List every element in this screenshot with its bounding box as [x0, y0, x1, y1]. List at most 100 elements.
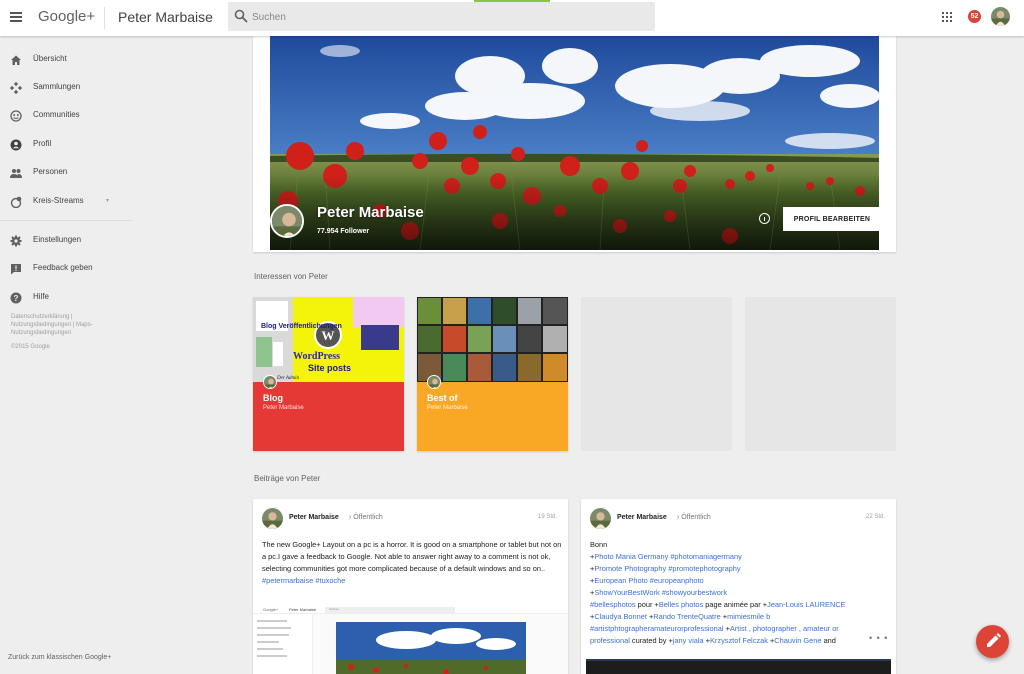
profile-icon — [10, 139, 22, 151]
sidebar-item-feedback[interactable]: Feedback geben — [0, 258, 132, 280]
post-line: +Photo Mania Germany #photomaniagermany — [590, 551, 890, 563]
post-link[interactable]: Promote Photography #promotephotography — [594, 564, 740, 573]
post-line: +European Photo #europeanphoto — [590, 575, 890, 587]
maps-terms-link[interactable]: Nutzungsbedingungen — [11, 329, 121, 337]
sidebar-item-label: Personen — [33, 167, 68, 176]
sidebar-item-collections[interactable]: Sammlungen — [0, 77, 132, 99]
help-icon: ? — [10, 292, 22, 304]
avatar[interactable] — [991, 7, 1010, 26]
sidebar-item-circle-streams[interactable]: Kreis-Streams ▾ — [0, 191, 132, 213]
page-title: Peter Marbaise — [118, 9, 213, 25]
post-timestamp[interactable]: 22 Std. — [866, 514, 885, 520]
back-to-classic-link[interactable]: Zurück zum klassischen Google+ — [8, 654, 111, 661]
profile-name: Peter Marbaise — [317, 204, 424, 221]
follower-count[interactable]: 77.954 Follower — [317, 228, 369, 235]
post-text-fragment: curated by + — [629, 636, 673, 645]
collection-thumbnail: W Blog Veröffentlichungen WordPress Site… — [253, 297, 404, 382]
feedback-icon — [11, 264, 21, 275]
collection-owner: Peter Marbaise — [427, 405, 468, 411]
compose-button[interactable] — [976, 625, 1009, 658]
post-link[interactable]: #bellesphotos — [590, 600, 636, 609]
posts-heading: Beiträge von Peter — [254, 474, 321, 483]
post-link[interactable]: Artist , photographer , amateur or — [730, 624, 839, 633]
sidebar-item-label: Einstellungen — [33, 235, 82, 244]
sidebar: Übersicht Sammlungen Communities Profil … — [0, 36, 132, 674]
chevron-down-icon[interactable]: ▾ — [106, 197, 109, 204]
thumb-text: Blog Veröffentlichungen — [261, 323, 342, 330]
sidebar-item-people[interactable]: Personen — [0, 162, 132, 184]
collection-owner: Peter Marbaise — [263, 405, 304, 411]
post-link[interactable]: professional — [590, 636, 630, 645]
sidebar-item-profile[interactable]: Profil — [0, 134, 132, 156]
post-hashtags[interactable]: #petermarbaise #tuxoche — [262, 575, 562, 587]
edit-profile-button[interactable]: PROFIL BEARBEITEN — [783, 207, 881, 231]
sidebar-item-communities[interactable]: Communities — [0, 105, 132, 127]
avatar[interactable] — [590, 508, 611, 529]
thumb-text: Site posts — [308, 363, 351, 373]
google-plus-logo[interactable]: Google+ — [38, 8, 95, 25]
post-author[interactable]: Peter Marbaise — [617, 514, 667, 521]
header-divider — [104, 7, 105, 29]
avatar[interactable] — [262, 508, 283, 529]
post-card: Peter Marbaise › Öffentlich 22 Std. Bonn… — [581, 499, 896, 674]
gear-icon — [10, 235, 22, 247]
collection-thumbnail — [417, 297, 568, 382]
post-link[interactable]: Belles photos — [659, 600, 703, 609]
post-link[interactable]: Jean-Louis LAURENCE — [767, 600, 845, 609]
home-icon — [11, 55, 21, 65]
sidebar-item-settings[interactable]: Einstellungen — [0, 230, 132, 252]
post-line: #bellesphotos pour +Belles photos page a… — [590, 599, 890, 611]
sidebar-item-label: Sammlungen — [33, 82, 81, 91]
collection-card-blog[interactable]: W Blog Veröffentlichungen WordPress Site… — [253, 297, 404, 451]
post-timestamp[interactable]: 19 Std. — [538, 514, 557, 520]
apps-icon[interactable] — [942, 12, 952, 22]
menu-icon[interactable] — [10, 12, 22, 22]
post-visibility: › Öffentlich — [349, 514, 383, 521]
post-visibility: › Öffentlich — [677, 514, 711, 521]
more-icon[interactable]: • • • — [869, 633, 888, 643]
svg-text:?: ? — [14, 294, 19, 303]
sidebar-item-label: Kreis-Streams — [33, 196, 84, 205]
post-author[interactable]: Peter Marbaise — [289, 514, 339, 521]
collection-placeholder — [581, 297, 732, 451]
sidebar-item-help[interactable]: ? Hilfe — [0, 287, 132, 309]
post-image[interactable]: Google+ Peter Marbaise Suchen — [253, 606, 568, 674]
collections-icon — [10, 82, 22, 94]
post-link[interactable]: Chauvin Gene — [774, 636, 821, 645]
notification-badge[interactable]: 52 — [968, 10, 981, 23]
post-line: +Promote Photography #promotephotography — [590, 563, 890, 575]
sidebar-item-overview[interactable]: Übersicht — [0, 49, 132, 71]
post-line: +Claudya Bonnet +Rando TrenteQuatre +mim… — [590, 611, 890, 623]
sidebar-item-label: Übersicht — [33, 54, 67, 63]
post-link[interactable]: Krzysztof Felczak — [710, 636, 768, 645]
info-icon[interactable] — [759, 213, 770, 224]
collection-card-best-of[interactable]: Best of Peter Marbaise — [417, 297, 568, 451]
sidebar-item-label: Communities — [33, 110, 80, 119]
post-text: The new Google+ Layout on a pc is a horr… — [262, 540, 562, 573]
post-link[interactable]: Photo Mania Germany #photomaniagermany — [594, 552, 741, 561]
terms-link[interactable]: Nutzungsbedingungen | Maps- — [11, 321, 121, 329]
post-card: Peter Marbaise › Öffentlich 19 Std. The … — [253, 499, 568, 674]
post-link[interactable]: jany viala — [673, 636, 704, 645]
post-link[interactable]: Claudya Bonnet — [594, 612, 647, 621]
mini-search: Suchen — [325, 607, 455, 613]
visibility-label: Öffentlich — [681, 514, 711, 521]
privacy-link[interactable]: Datenschutzerklärung | — [11, 313, 121, 321]
sidebar-item-label: Hilfe — [33, 292, 50, 301]
collection-title: Blog — [263, 393, 283, 403]
copyright: ©2015 Google — [11, 344, 50, 350]
post-line: Bonn — [590, 540, 608, 549]
post-link[interactable]: European Photo #europeanphoto — [594, 576, 703, 585]
circles-icon — [10, 196, 22, 208]
search-input[interactable] — [252, 8, 642, 26]
post-line: +ShowYourBestWork #showyourbestwork — [590, 587, 890, 599]
search-box[interactable] — [228, 2, 655, 31]
post-link[interactable]: Rando TrenteQuatre — [653, 612, 720, 621]
post-link[interactable]: ShowYourBestWork #showyourbestwork — [594, 588, 727, 597]
visibility-label: Öffentlich — [353, 514, 383, 521]
post-link[interactable]: mimiesmile b — [727, 612, 770, 621]
post-image[interactable] — [586, 659, 891, 674]
profile-avatar[interactable] — [270, 204, 304, 238]
thumb-text: WordPress — [293, 351, 340, 362]
post-link[interactable]: #artistphtographeramateurorprofessional — [590, 624, 724, 633]
